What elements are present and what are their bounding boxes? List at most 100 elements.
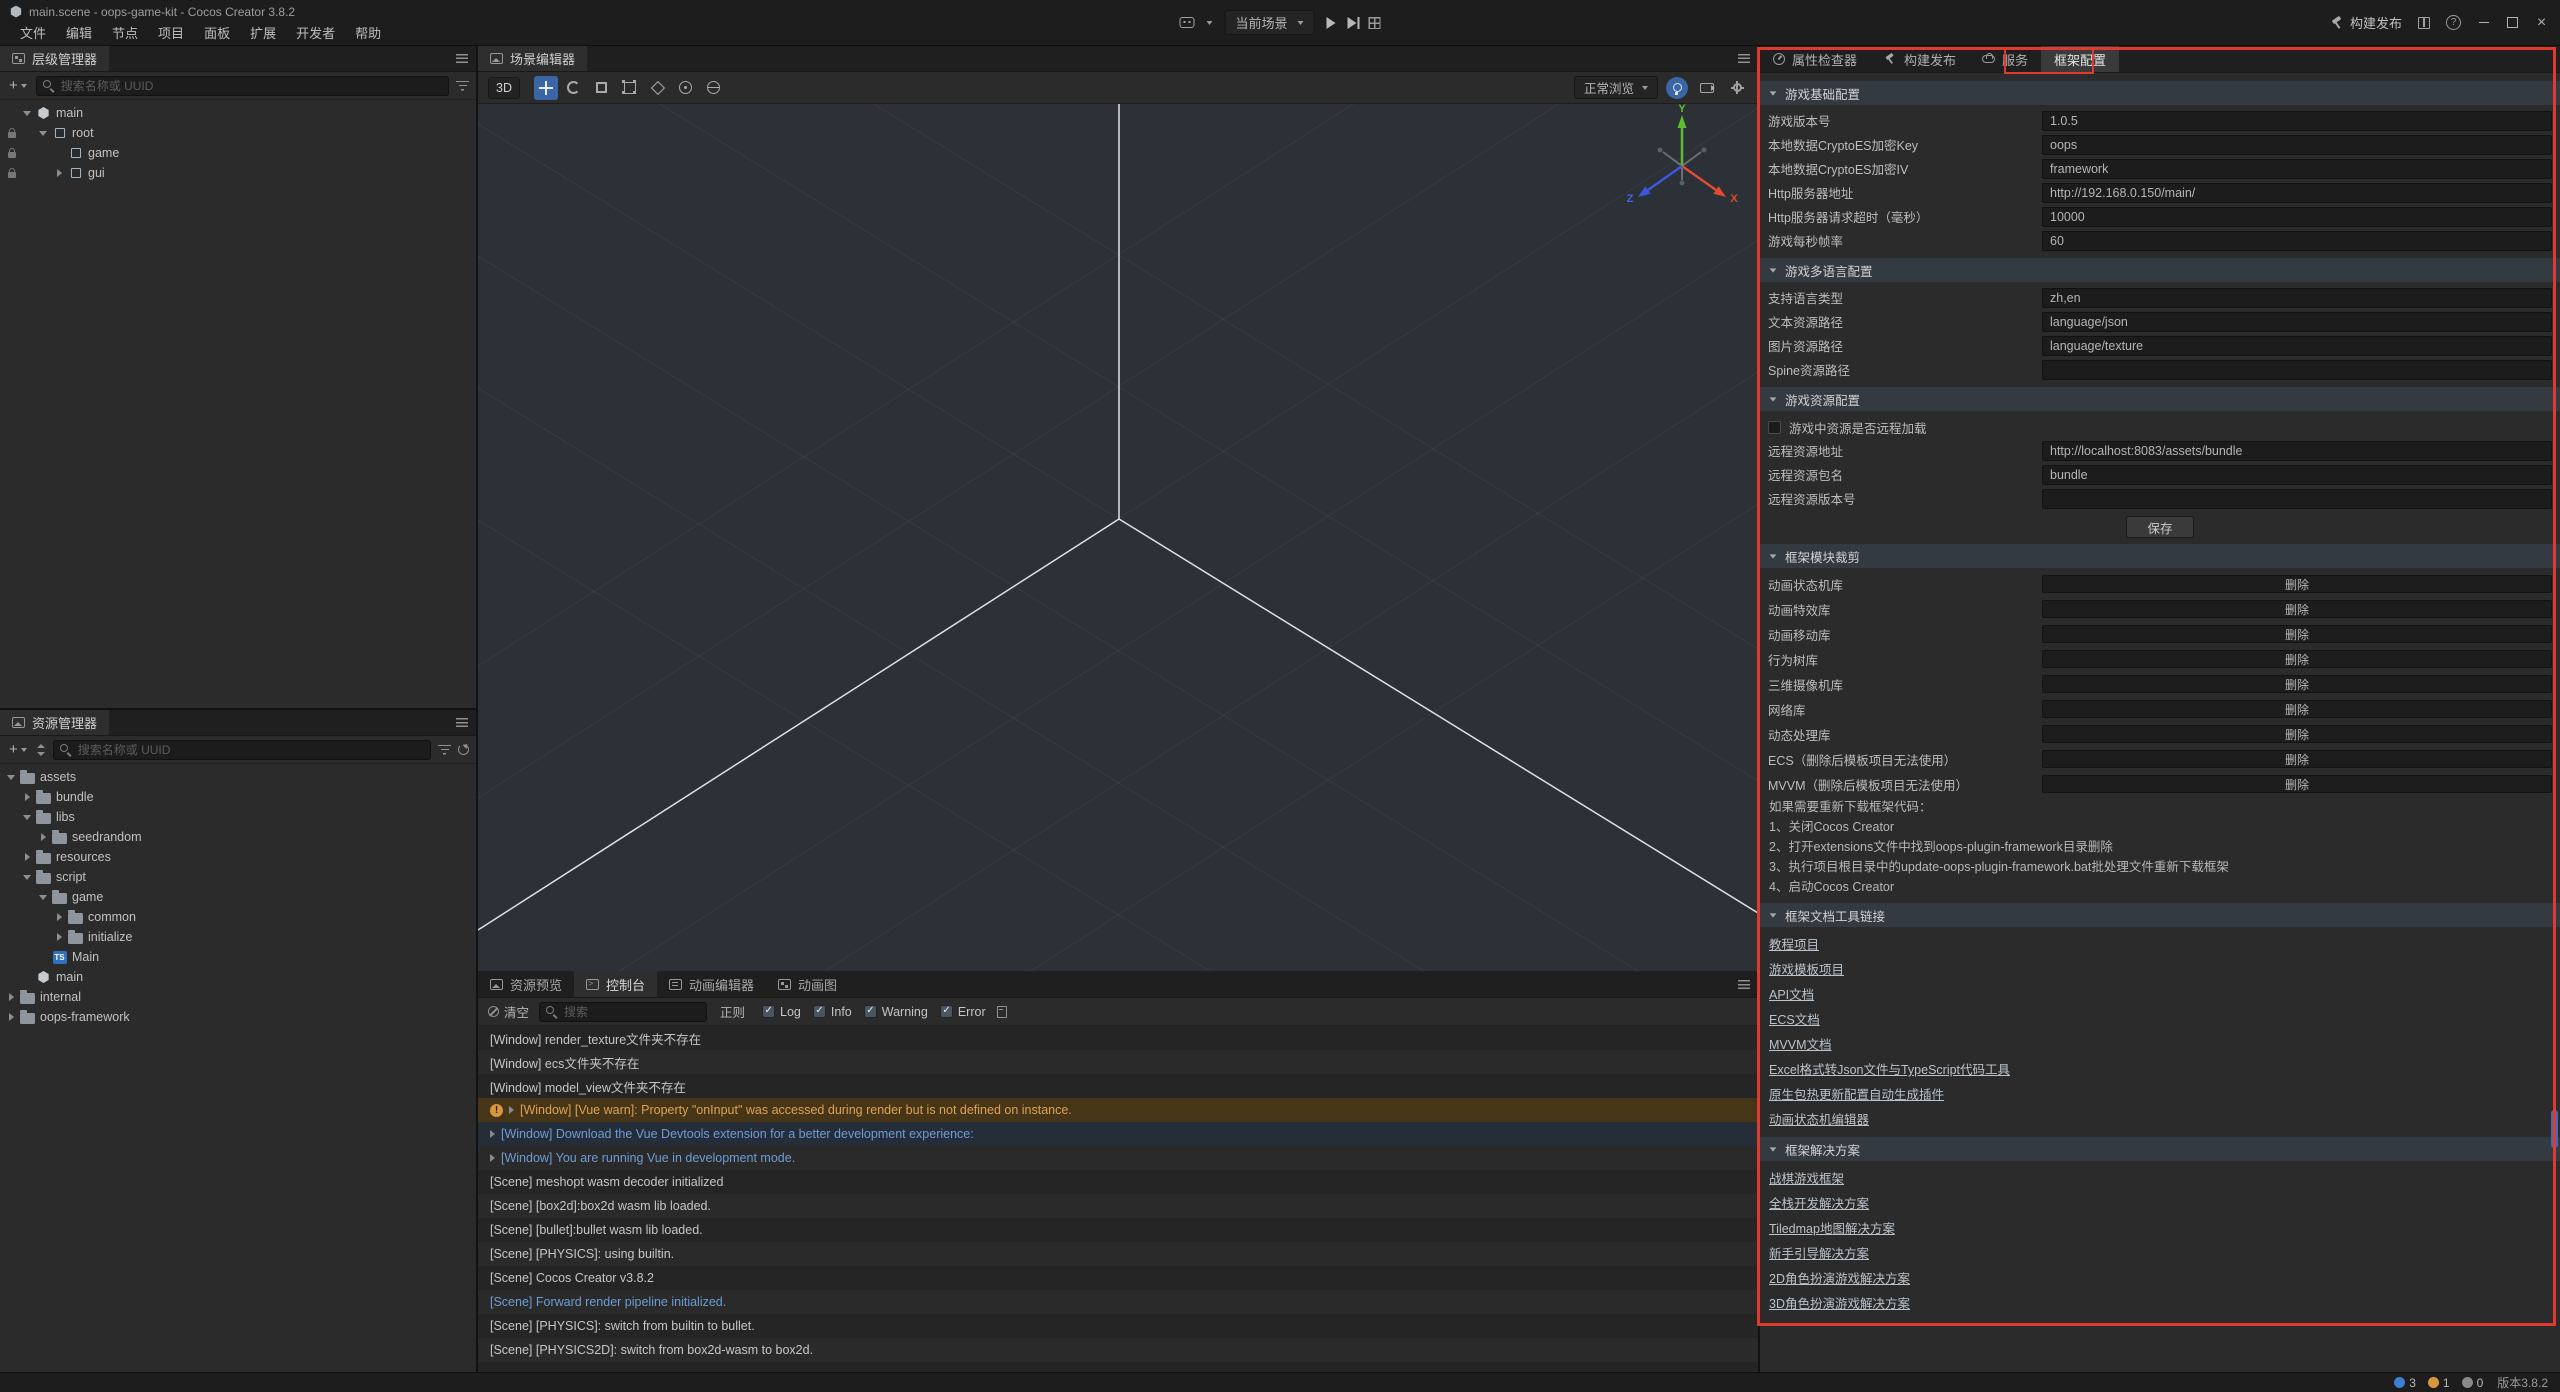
field-input[interactable] <box>2042 288 2552 308</box>
field-input[interactable] <box>2042 360 2552 380</box>
expand-arrow[interactable] <box>4 775 18 780</box>
hierarchy-menu-button[interactable] <box>448 46 476 71</box>
delete-button[interactable]: 删除 <box>2042 650 2552 668</box>
scene-menu-button[interactable] <box>1730 46 1758 71</box>
3d-mode-button[interactable]: 3D <box>488 77 520 99</box>
log-row[interactable]: [Scene] Cocos Creator v3.8.2 <box>478 1266 1758 1290</box>
expand-arrow[interactable] <box>20 875 34 880</box>
assets-menu-button[interactable] <box>448 710 476 735</box>
filter-checkbox-info[interactable]: Info <box>813 1005 852 1019</box>
asset-node-internal[interactable]: internal <box>0 987 476 1007</box>
log-row[interactable]: [Scene] [PHYSICS]: switch from builtin t… <box>478 1314 1758 1338</box>
filter-checkbox-log[interactable]: Log <box>762 1005 801 1019</box>
field-input[interactable] <box>2042 465 2552 485</box>
axis-gizmo[interactable]: Y X Z <box>1617 104 1747 226</box>
help-icon[interactable]: ? <box>2446 15 2461 30</box>
asset-node-script[interactable]: script <box>0 867 476 887</box>
hierarchy-node-root[interactable]: root <box>0 123 476 143</box>
field-input[interactable] <box>2042 489 2552 509</box>
section-header-4[interactable]: 框架文档工具链接 <box>1760 903 2560 927</box>
menu-item-edit[interactable]: 编辑 <box>56 20 102 44</box>
menu-item-developer[interactable]: 开发者 <box>286 20 345 44</box>
log-row[interactable]: [Scene] [PHYSICS]: using builtin. <box>478 1242 1758 1266</box>
filter-checkbox-warning[interactable]: Warning <box>864 1005 928 1019</box>
tab-anim-editor[interactable]: 动画编辑器 <box>657 971 766 997</box>
asset-node-oops-framework[interactable]: oops-framework <box>0 1007 476 1027</box>
doc-link[interactable]: 游戏模板项目 <box>1769 959 1844 978</box>
tab-preview[interactable]: 资源预览 <box>478 971 574 997</box>
tool-diamond-button[interactable] <box>646 76 670 100</box>
expand-arrow[interactable] <box>509 1106 514 1114</box>
log-row[interactable]: [Window] render_texture文件夹不存在 <box>478 1026 1758 1050</box>
create-asset-button[interactable]: + <box>7 742 29 757</box>
menu-item-node[interactable]: 节点 <box>102 20 148 44</box>
doc-link[interactable]: 全栈开发解决方案 <box>1769 1193 1869 1212</box>
scene-dropdown[interactable]: 当前场景 <box>1224 10 1314 35</box>
expand-arrow[interactable] <box>20 793 34 801</box>
status-warning-badge[interactable]: 1 <box>2428 1376 2450 1390</box>
doc-link[interactable]: Tiledmap地图解决方案 <box>1769 1218 1895 1237</box>
doc-link[interactable]: API文档 <box>1769 984 1814 1003</box>
expand-arrow[interactable] <box>36 131 50 136</box>
doc-link[interactable]: 3D角色扮演游戏解决方案 <box>1769 1293 1910 1312</box>
asset-node-bundle[interactable]: bundle <box>0 787 476 807</box>
hierarchy-searchbox[interactable] <box>36 76 449 96</box>
tab-console[interactable]: 控制台 <box>574 971 657 997</box>
field-input[interactable] <box>2042 183 2552 203</box>
asset-node-libs[interactable]: libs <box>0 807 476 827</box>
doc-link[interactable]: 原生包热更新配置自动生成插件 <box>1769 1084 1944 1103</box>
tab-build[interactable]: 构建发布 <box>1870 46 1969 72</box>
delete-button[interactable]: 删除 <box>2042 725 2552 743</box>
doc-link[interactable]: 教程项目 <box>1769 934 1819 953</box>
section-header-3[interactable]: 框架模块裁剪 <box>1760 544 2560 568</box>
camera-button[interactable] <box>1696 77 1718 99</box>
console-searchbox[interactable] <box>539 1002 707 1022</box>
inspector-scrollbar[interactable] <box>2551 1110 2558 1148</box>
menu-item-extension[interactable]: 扩展 <box>240 20 286 44</box>
log-file-icon[interactable] <box>997 1006 1007 1018</box>
section-header-2[interactable]: 游戏资源配置 <box>1760 387 2560 411</box>
hierarchy-node-game[interactable]: game <box>0 143 476 163</box>
field-input[interactable] <box>2042 441 2552 461</box>
tool-rotate-button[interactable] <box>562 76 586 100</box>
hierarchy-node-main[interactable]: main <box>0 103 476 123</box>
asset-node-seedrandom[interactable]: seedrandom <box>0 827 476 847</box>
asset-node-game[interactable]: game <box>0 887 476 907</box>
status-info-badge[interactable]: 3 <box>2394 1376 2416 1390</box>
build-publish-button[interactable]: 构建发布 <box>2330 13 2402 32</box>
log-row[interactable]: [Window] ecs文件夹不存在 <box>478 1050 1758 1074</box>
hierarchy-node-gui[interactable]: gui <box>0 163 476 183</box>
menu-item-panel[interactable]: 面板 <box>194 20 240 44</box>
close-button[interactable]: × <box>2535 16 2548 29</box>
delete-button[interactable]: 删除 <box>2042 600 2552 618</box>
field-input[interactable] <box>2042 231 2552 251</box>
create-node-button[interactable]: + <box>7 78 29 93</box>
field-input[interactable] <box>2042 336 2552 356</box>
expand-arrow[interactable] <box>490 1130 495 1138</box>
hierarchy-search-input[interactable] <box>61 79 442 93</box>
panel-tab-hierarchy[interactable]: 层级管理器 <box>0 46 109 71</box>
tab-framework-config[interactable]: 框架配置 <box>2041 46 2119 72</box>
gear-button[interactable] <box>1726 77 1748 99</box>
asset-node-main[interactable]: main <box>0 967 476 987</box>
remote-load-checkbox[interactable] <box>1768 421 1781 434</box>
tool-scale-button[interactable] <box>590 76 614 100</box>
section-header-1[interactable]: 游戏多语言配置 <box>1760 258 2560 282</box>
section-header-0[interactable]: 游戏基础配置 <box>1760 81 2560 105</box>
delete-button[interactable]: 删除 <box>2042 700 2552 718</box>
lightbulb-button[interactable] <box>1666 77 1688 99</box>
doc-link[interactable]: ECS文档 <box>1769 1009 1820 1028</box>
tool-world-button[interactable] <box>702 76 726 100</box>
asset-node-resources[interactable]: resources <box>0 847 476 867</box>
assets-searchbox[interactable] <box>53 740 431 760</box>
menu-item-project[interactable]: 项目 <box>148 20 194 44</box>
tool-rect-button[interactable] <box>618 76 642 100</box>
tool-move-button[interactable] <box>534 76 558 100</box>
log-row[interactable]: [Scene] [PHYSICS2D]: switch from box2d-w… <box>478 1338 1758 1362</box>
expand-arrow[interactable] <box>36 895 50 900</box>
delete-button[interactable]: 删除 <box>2042 625 2552 643</box>
doc-link[interactable]: 动画状态机编辑器 <box>1769 1109 1869 1128</box>
panel-tab-scene[interactable]: 场景编辑器 <box>478 46 587 71</box>
play-button[interactable] <box>1327 17 1336 29</box>
asset-node-Main[interactable]: TSMain <box>0 947 476 967</box>
